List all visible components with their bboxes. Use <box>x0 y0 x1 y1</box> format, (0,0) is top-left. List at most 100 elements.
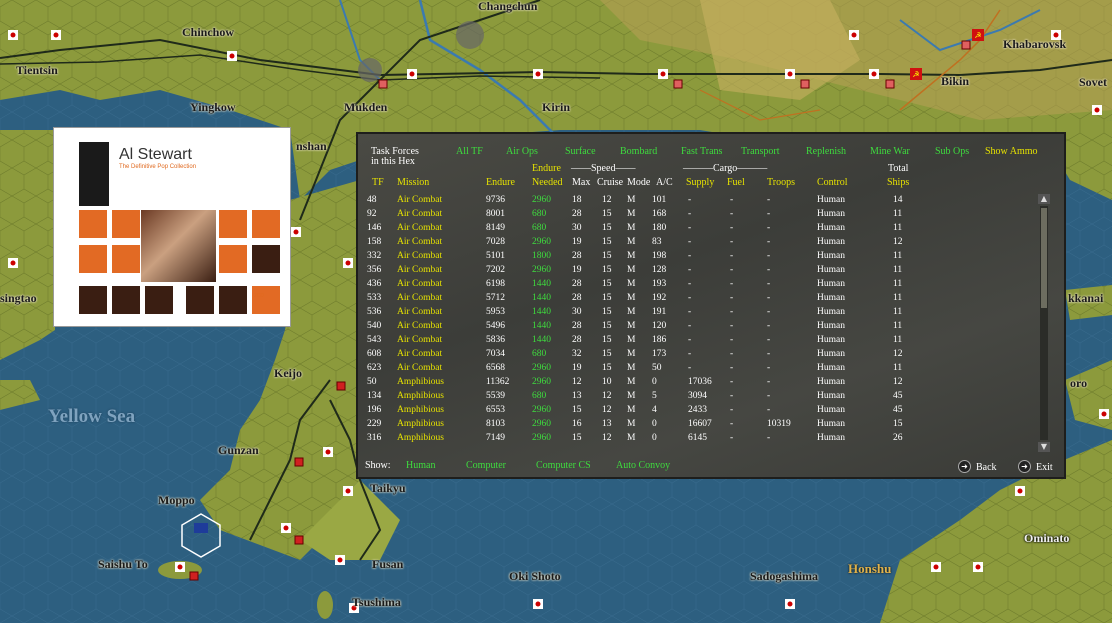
table-cell[interactable]: 436 <box>367 279 381 289</box>
filter-bombard[interactable]: Bombard <box>620 146 657 157</box>
table-cell: - <box>730 433 734 443</box>
table-cell[interactable]: Air Combat <box>397 265 442 275</box>
table-row[interactable]: 332 Air Combat 5101 1800 28 15 M 198 - - - Human 11 <box>358 251 1030 265</box>
table-cell[interactable]: 332 <box>367 251 381 261</box>
table-row[interactable]: 316 Amphibious 7149 2960 15 12 M 0 6145 - - Human 26 <box>358 433 1030 447</box>
table-cell: - <box>730 405 734 415</box>
table-cell[interactable]: 196 <box>367 405 381 415</box>
table-row[interactable]: 436 Air Combat 6198 1440 28 15 M 193 - - - Human 11 <box>358 279 1030 293</box>
table-cell[interactable]: 134 <box>367 391 381 401</box>
table-cell[interactable]: Air Combat <box>397 349 442 359</box>
table-cell: 6198 <box>486 279 505 289</box>
exit-button[interactable]: Exit <box>1036 462 1053 473</box>
table-row[interactable]: 48 Air Combat 9736 2960 18 12 M 101 - - - Human 14 <box>358 195 1030 209</box>
table-row[interactable]: 356 Air Combat 7202 2960 19 15 M 128 - - - Human 11 <box>358 265 1030 279</box>
table-cell[interactable]: 158 <box>367 237 381 247</box>
table-cell: 7034 <box>486 349 505 359</box>
table-cell[interactable]: Air Combat <box>397 195 442 205</box>
svg-text:☭: ☭ <box>974 31 981 40</box>
table-cell: - <box>688 209 692 219</box>
show-option-auto-convoy[interactable]: Auto Convoy <box>616 460 670 471</box>
filter-mine-war[interactable]: Mine War <box>870 146 910 157</box>
scroll-thumb[interactable] <box>1041 208 1047 308</box>
table-row[interactable]: 196 Amphibious 6553 2960 15 12 M 4 2433 - - Human 45 <box>358 405 1030 419</box>
table-row[interactable]: 540 Air Combat 5496 1440 28 15 M 120 - - - Human 11 <box>358 321 1030 335</box>
filter-sub-ops[interactable]: Sub Ops <box>935 146 969 157</box>
table-cell[interactable]: 92 <box>367 209 377 219</box>
table-row[interactable]: 608 Air Combat 7034 680 32 15 M 173 - - - Human 12 <box>358 349 1030 363</box>
table-cell: - <box>730 335 734 345</box>
table-row[interactable]: 146 Air Combat 8149 680 30 15 M 180 - - - Human 11 <box>358 223 1030 237</box>
scroll-down-icon[interactable]: ▼ <box>1038 442 1050 452</box>
exit-arrow-icon[interactable]: ➜ <box>1018 460 1031 473</box>
table-row[interactable]: 229 Amphibious 8103 2960 16 13 M 0 16607 - 10319 Hu… <box>358 419 1030 433</box>
table-cell: - <box>688 265 692 275</box>
table-cell: 6568 <box>486 363 505 373</box>
table-cell[interactable]: 543 <box>367 335 381 345</box>
scroll-track[interactable] <box>1040 206 1048 440</box>
table-row[interactable]: 50 Amphibious 11362 2960 12 10 M 0 17036 - - Human 1… <box>358 377 1030 391</box>
show-option-human[interactable]: Human <box>406 460 435 471</box>
table-cell[interactable]: 536 <box>367 307 381 317</box>
filter-replenish[interactable]: Replenish <box>806 146 846 157</box>
filter-surface[interactable]: Surface <box>565 146 596 157</box>
list-scrollbar[interactable]: ▲ ▼ <box>1038 194 1050 452</box>
table-row[interactable]: 134 Amphibious 5539 680 13 12 M 5 3094 - - Human 45 <box>358 391 1030 405</box>
table-row[interactable]: 92 Air Combat 8001 680 28 15 M 168 - - - Human 11 <box>358 209 1030 223</box>
filter-transport[interactable]: Transport <box>741 146 780 157</box>
table-cell: Human <box>817 223 845 233</box>
table-row[interactable]: 543 Air Combat 5836 1440 28 15 M 186 - - - Human 11 <box>358 335 1030 349</box>
table-cell[interactable]: 540 <box>367 321 381 331</box>
table-cell: M <box>627 223 636 233</box>
filter-air-ops[interactable]: Air Ops <box>506 146 538 157</box>
table-cell[interactable]: 608 <box>367 349 381 359</box>
scroll-up-icon[interactable]: ▲ <box>1038 194 1050 204</box>
table-cell[interactable]: 356 <box>367 265 381 275</box>
table-cell[interactable]: Air Combat <box>397 223 442 233</box>
back-button[interactable]: Back <box>976 462 997 473</box>
table-cell[interactable]: 48 <box>367 195 377 205</box>
table-cell: - <box>730 251 734 261</box>
table-cell[interactable]: Air Combat <box>397 307 442 317</box>
table-cell[interactable]: 533 <box>367 293 381 303</box>
table-cell: 11362 <box>486 377 510 387</box>
filter-all-tf[interactable]: All TF <box>456 146 483 157</box>
table-cell: 83 <box>652 237 662 247</box>
table-cell[interactable]: 316 <box>367 433 381 443</box>
table-cell[interactable]: Air Combat <box>397 237 442 247</box>
table-cell[interactable]: Air Combat <box>397 251 442 261</box>
table-cell[interactable]: Air Combat <box>397 293 442 303</box>
table-cell[interactable]: Amphibious <box>397 391 444 401</box>
table-cell: - <box>688 251 692 261</box>
table-row[interactable]: 623 Air Combat 6568 2960 19 15 M 50 - - - Human 11 <box>358 363 1030 377</box>
table-cell[interactable]: Amphibious <box>397 419 444 429</box>
table-cell: Human <box>817 237 845 247</box>
table-cell[interactable]: 146 <box>367 223 381 233</box>
album-grid <box>79 210 280 320</box>
table-cell[interactable]: Amphibious <box>397 433 444 443</box>
table-row[interactable]: 533 Air Combat 5712 1440 28 15 M 192 - - - Human 11 <box>358 293 1030 307</box>
table-cell[interactable]: Air Combat <box>397 279 442 289</box>
table-cell[interactable]: Air Combat <box>397 209 442 219</box>
table-row[interactable]: 158 Air Combat 7028 2960 19 15 M 83 - - - Human 12 <box>358 237 1030 251</box>
table-cell: 12 <box>893 349 903 359</box>
table-cell: 4 <box>652 405 657 415</box>
table-cell[interactable]: Amphibious <box>397 405 444 415</box>
table-cell[interactable]: Amphibious <box>397 377 444 387</box>
table-cell: 680 <box>532 349 547 359</box>
table-cell: - <box>688 321 692 331</box>
city-label: Mukden <box>344 100 388 114</box>
back-arrow-icon[interactable]: ➜ <box>958 460 971 473</box>
table-cell[interactable]: 50 <box>367 377 377 387</box>
table-cell[interactable]: Air Combat <box>397 335 442 345</box>
show-option-computer[interactable]: Computer <box>466 460 506 471</box>
show-ammo-button[interactable]: Show Ammo <box>985 146 1038 157</box>
show-option-computer-cs[interactable]: Computer CS <box>536 460 591 471</box>
table-cell[interactable]: Air Combat <box>397 321 442 331</box>
filter-fast-trans[interactable]: Fast Trans <box>681 146 722 157</box>
table-cell[interactable]: 623 <box>367 363 381 373</box>
table-row[interactable]: 536 Air Combat 5953 1440 30 15 M 191 - - - Human 11 <box>358 307 1030 321</box>
table-cell[interactable]: 229 <box>367 419 381 429</box>
table-cell[interactable]: Air Combat <box>397 363 442 373</box>
city-label: Kirin <box>542 100 571 114</box>
